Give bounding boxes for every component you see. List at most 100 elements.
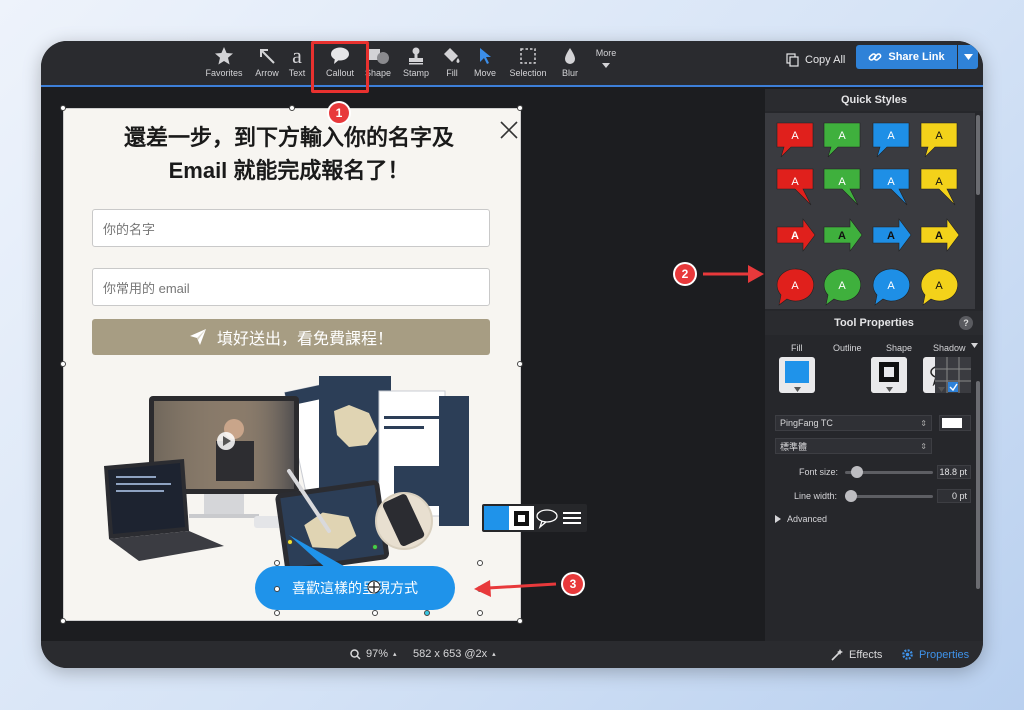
share-link-button[interactable]: Share Link — [856, 45, 957, 69]
resize-handle[interactable] — [60, 618, 66, 624]
copy-all-button[interactable]: Copy All — [786, 49, 845, 71]
quick-style-swatch[interactable]: A — [776, 268, 814, 306]
resize-handle[interactable] — [477, 586, 483, 592]
mini-shape-icon[interactable] — [534, 506, 560, 530]
help-icon[interactable]: ? — [959, 316, 973, 330]
quick-style-swatch[interactable]: A — [823, 122, 861, 158]
status-bar: 97% ▴ 582 x 653 @2x ▴ Effects Properties — [41, 641, 983, 668]
chevron-right-icon — [775, 515, 781, 523]
resize-handle[interactable] — [517, 105, 523, 111]
line-width-slider-knob[interactable] — [845, 490, 857, 502]
tool-properties-title: Tool Properties — [834, 317, 914, 329]
mini-menu-icon[interactable] — [560, 506, 584, 530]
quick-style-swatch[interactable]: A — [872, 268, 910, 306]
callout-bubble[interactable]: 喜歡這樣的呈現方式 — [255, 566, 455, 610]
resize-handle[interactable] — [274, 560, 280, 566]
font-family-value: PingFang TC — [780, 418, 833, 428]
resize-handle[interactable] — [372, 610, 378, 616]
properties-scrollbar[interactable] — [976, 381, 980, 589]
callout-tool-highlight — [311, 41, 369, 93]
callout-rotate-handle[interactable] — [372, 544, 378, 550]
quick-style-swatch[interactable]: A — [776, 168, 814, 206]
font-size-slider-knob[interactable] — [851, 466, 863, 478]
quick-style-swatch[interactable]: A — [776, 122, 814, 158]
quick-style-swatch[interactable]: A — [920, 218, 960, 252]
effects-button[interactable]: Effects — [830, 648, 882, 662]
app-window: Favorites Arrow a Text Callout Shape Sta… — [41, 41, 983, 668]
submit-button[interactable]: 填好送出，看免費課程！ — [92, 319, 490, 355]
resize-handle[interactable] — [517, 361, 523, 367]
callout-tail-handle[interactable] — [287, 539, 293, 545]
quick-style-letter: A — [791, 230, 799, 242]
share-link-dropdown[interactable] — [958, 45, 978, 69]
quick-style-swatch[interactable]: A — [823, 168, 861, 206]
zoom-control[interactable]: 97% ▴ — [350, 648, 397, 660]
caret-icon: ▴ — [393, 651, 397, 658]
close-icon[interactable] — [498, 119, 520, 141]
chevron-down-icon — [886, 387, 893, 392]
resize-handle[interactable] — [274, 610, 280, 616]
quick-style-letter: A — [935, 130, 943, 142]
quick-style-swatch[interactable]: A — [872, 168, 910, 206]
copy-all-label: Copy All — [805, 54, 846, 66]
annotation-badge-2: 2 — [675, 264, 695, 284]
gear-icon — [902, 649, 913, 660]
editor-canvas[interactable]: 還差一步，到下方輸入你的名字及 Email 就能完成報名了！ 你的名字 你常用的… — [41, 89, 765, 641]
quick-style-swatch[interactable]: A — [920, 268, 958, 306]
quick-style-swatch[interactable]: A — [872, 218, 912, 252]
resize-handle[interactable] — [60, 105, 66, 111]
dimensions-control[interactable]: 582 x 653 @2x ▴ — [413, 648, 496, 660]
quick-style-swatch[interactable]: A — [823, 268, 861, 306]
annotation-badge-1: 1 — [329, 103, 349, 123]
quick-style-swatch[interactable]: A — [823, 218, 863, 252]
panel-scrollbar[interactable] — [976, 115, 980, 195]
arrow-icon — [260, 49, 275, 64]
quick-style-swatch[interactable]: A — [920, 168, 958, 206]
resize-handle[interactable] — [274, 586, 280, 592]
chevron-down-icon — [971, 343, 978, 348]
callout-text: 喜歡這樣的呈現方式 — [292, 580, 418, 596]
toolbar: Favorites Arrow a Text Callout Shape Sta… — [41, 41, 983, 87]
move-icon — [480, 48, 491, 64]
tool-more[interactable]: More — [581, 44, 631, 84]
blur-icon — [565, 48, 575, 64]
text-color-well[interactable] — [939, 415, 971, 431]
dimensions-value: 582 x 653 @2x — [413, 648, 488, 660]
quick-style-letter: A — [838, 176, 846, 188]
stepper-icon: ⇕ — [920, 441, 927, 451]
popup-title-line-1: 還差一步，到下方輸入你的名字及 — [123, 125, 454, 150]
font-style-select[interactable]: 標準體 ⇕ — [775, 438, 932, 454]
quick-style-letter: A — [791, 176, 799, 188]
resize-handle[interactable] — [517, 618, 523, 624]
copy-icon — [786, 53, 799, 67]
resize-handle[interactable] — [424, 610, 430, 616]
effects-label: Effects — [849, 649, 883, 661]
resize-handle[interactable] — [60, 361, 66, 367]
chevron-down-icon — [938, 387, 945, 392]
name-field[interactable]: 你的名字 — [92, 209, 490, 247]
resize-handle[interactable] — [477, 560, 483, 566]
mini-outline-swatch[interactable] — [509, 506, 534, 530]
line-width-slider[interactable] — [845, 495, 933, 498]
star-icon — [215, 47, 233, 65]
line-width-value[interactable]: 0 pt — [937, 489, 971, 503]
mini-fill-swatch[interactable] — [484, 506, 509, 530]
advanced-disclosure[interactable]: Advanced — [775, 514, 827, 524]
stamp-icon — [409, 47, 423, 65]
resize-handle[interactable] — [477, 610, 483, 616]
side-panel: Quick Styles A A A A A A A A A A A A A A A A Tool Prope… — [765, 89, 983, 641]
email-field[interactable]: 你常用的 email — [92, 268, 490, 306]
quick-styles-svg: A A A A A A A A A A A A A A A A — [776, 122, 960, 306]
properties-button[interactable]: Properties — [901, 648, 969, 661]
font-size-value[interactable]: 18.8 pt — [937, 465, 971, 479]
outline-label: Outline — [833, 343, 862, 353]
quick-style-swatch[interactable]: A — [920, 122, 958, 158]
quick-style-swatch[interactable]: A — [776, 218, 816, 252]
text-icon: a — [292, 43, 302, 68]
shadow-label[interactable]: Shadow — [933, 343, 966, 353]
font-family-select[interactable]: PingFang TC ⇕ — [775, 415, 932, 431]
quick-style-letter: A — [838, 130, 846, 142]
quick-style-swatch[interactable]: A — [872, 122, 910, 158]
resize-handle[interactable] — [289, 105, 295, 111]
shape-label: Shape — [886, 343, 913, 353]
